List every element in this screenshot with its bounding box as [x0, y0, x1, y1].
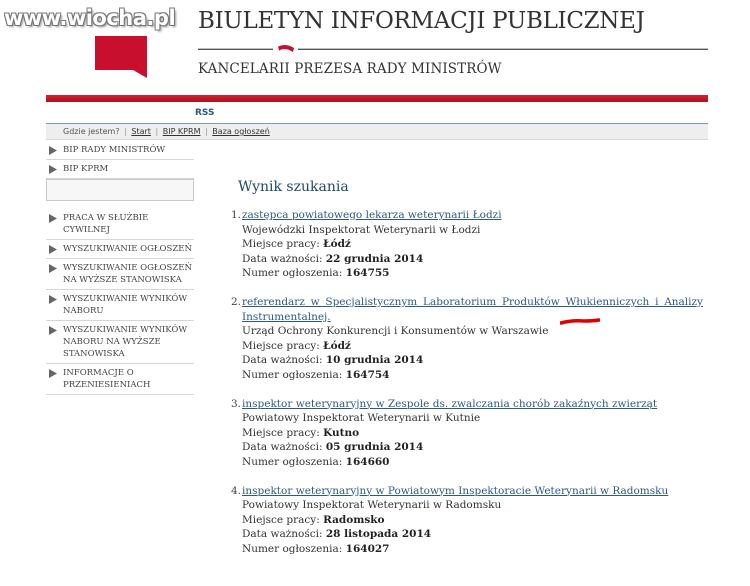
number-label: Numer ogłoszenia:: [242, 455, 343, 468]
watermark-text: www.wiocha.pl: [4, 6, 176, 30]
breadcrumb-separator: |: [124, 127, 127, 136]
number-value: 164755: [345, 267, 390, 280]
sidebar-item-label: BIP KPRM: [63, 164, 109, 174]
arrow-right-icon: [49, 295, 57, 304]
number-label: Numer ogłoszenia:: [242, 267, 343, 280]
result-number: 1.: [230, 209, 241, 221]
arrow-right-icon: [49, 165, 57, 174]
number-label: Numer ogłoszenia:: [242, 542, 343, 555]
result-date-row: Data ważności: 05 grudnia 2014: [242, 440, 703, 455]
sidebar-item-label: WYSZUKIWANIE WYNIKÓW NABORU: [63, 294, 188, 316]
result-item: 1. zastępca powiatowego lekarza weteryna…: [228, 208, 703, 281]
sidebar-search-box[interactable]: [46, 179, 194, 201]
arrow-right-icon: [49, 264, 57, 273]
place-label: Miejsce pracy:: [242, 513, 320, 526]
header-red-bar: [46, 95, 708, 102]
place-label: Miejsce pracy:: [242, 339, 320, 352]
result-place-row: Miejsce pracy: Łódź: [242, 339, 703, 354]
number-value: 164754: [345, 368, 390, 381]
number-label: Numer ogłoszenia:: [242, 368, 343, 381]
arrow-right-icon: [49, 369, 57, 378]
site-title: BIULETYN INFORMACJI PUBLICZNEJ: [198, 8, 645, 34]
sidebar-item-bip-kprm[interactable]: BIP KPRM: [46, 160, 194, 179]
site-subtitle: KANCELARII PREZESA RADY MINISTRÓW: [198, 61, 502, 77]
date-label: Data ważności:: [242, 441, 323, 454]
date-label: Data ważności:: [242, 252, 323, 265]
sidebar-item-informacje-o-przeniesieniach[interactable]: INFORMACJE O PRZENIESIENIACH: [46, 364, 194, 395]
bip-logo: [95, 36, 147, 78]
breadcrumb-bip-kprm[interactable]: BIP KPRM: [163, 127, 201, 136]
sidebar-item-label: WYSZUKIWANIE OGŁOSZEŃ: [63, 244, 192, 254]
sidebar-item-label: INFORMACJE O PRZENIESIENIACH: [63, 368, 151, 390]
place-label: Miejsce pracy:: [242, 426, 320, 439]
sidebar-item-wyszukiwanie-ogloszen[interactable]: WYSZUKIWANIE OGŁOSZEŃ: [46, 240, 194, 259]
result-organization: Powiatowy Inspektorat Weterynarii w Rado…: [242, 499, 502, 512]
results-list: 1. zastępca powiatowego lekarza weteryna…: [228, 208, 703, 556]
sidebar-item-wyszukiwanie-wynikow-naboru[interactable]: WYSZUKIWANIE WYNIKÓW NABORU: [46, 290, 194, 321]
sidebar-item-bip-rady-ministrow[interactable]: BIP RADY MINISTRÓW: [46, 141, 194, 160]
place-label: Miejsce pracy:: [242, 238, 320, 251]
result-title-link[interactable]: referendarz w Specjalistycznym Laborator…: [242, 295, 703, 324]
red-highlight-mark: [560, 318, 600, 325]
result-number: 3.: [230, 397, 241, 410]
number-value: 164027: [345, 542, 390, 555]
breadcrumb-separator: |: [205, 127, 208, 136]
date-value: 22 grudnia 2014: [325, 252, 424, 265]
place-value: Radomsko: [323, 513, 385, 526]
date-label: Data ważności:: [242, 354, 323, 367]
result-number-row: Numer ogłoszenia: 164754: [242, 368, 703, 383]
place-value: Kutno: [323, 426, 360, 439]
number-value: 164660: [345, 455, 390, 468]
result-item: 3. inspektor weterynaryjny w Zespole ds.…: [228, 397, 703, 470]
breadcrumb: Gdzie jestem? | Start | BIP KPRM | Baza …: [46, 124, 708, 140]
title-divider: [198, 44, 708, 52]
date-value: 05 grudnia 2014: [325, 441, 424, 454]
result-item: 4. inspektor weterynaryjny w Powiatowym …: [228, 484, 703, 557]
sidebar: BIP RADY MINISTRÓW BIP KPRM PRACA W SŁUŻ…: [46, 141, 194, 395]
result-number-row: Numer ogłoszenia: 164027: [242, 542, 703, 557]
result-title-link[interactable]: inspektor weterynaryjny w Zespole ds. zw…: [242, 397, 703, 412]
arrow-right-icon: [49, 245, 57, 254]
result-title-link[interactable]: inspektor weterynaryjny w Powiatowym Ins…: [242, 484, 703, 499]
place-value: Łódź: [323, 339, 351, 352]
breadcrumb-start[interactable]: Start: [131, 127, 151, 136]
place-value: Łódź: [323, 238, 351, 251]
result-organization: Urząd Ochrony Konkurencji i Konsumentów …: [242, 325, 549, 338]
sidebar-item-label: BIP RADY MINISTRÓW: [63, 145, 166, 155]
result-number: 2.: [230, 295, 241, 308]
result-item: 2. referendarz w Specjalistycznym Labora…: [228, 295, 703, 383]
result-organization: Powiatowy Inspektorat Weterynarii w Kutn…: [242, 412, 481, 425]
result-title-link[interactable]: zastępca powiatowego lekarza weterynarii…: [242, 208, 703, 223]
result-date-row: Data ważności: 22 grudnia 2014: [242, 252, 703, 267]
sidebar-item-wyszukiwanie-wynikow-naboru-wyzsze[interactable]: WYSZUKIWANIE WYNIKÓW NABORU NA WYŻSZE ST…: [46, 321, 194, 364]
arrow-right-icon: [49, 146, 57, 155]
arrow-right-icon: [49, 214, 57, 223]
rss-link[interactable]: RSS: [195, 108, 215, 118]
breadcrumb-prefix: Gdzie jestem?: [63, 127, 120, 136]
result-organization: Wojewódzki Inspektorat Weterynarii w Łod…: [242, 223, 481, 236]
sidebar-item-praca-w-sluzbie-cywilnej[interactable]: PRACA W SŁUŻBIE CYWILNEJ: [46, 209, 194, 240]
arrow-right-icon: [49, 326, 57, 335]
result-place-row: Miejsce pracy: Radomsko: [242, 513, 703, 528]
sidebar-item-wyszukiwanie-ogloszen-wyzsze[interactable]: WYSZUKIWANIE OGŁOSZEŃ NA WYŻSZE STANOWIS…: [46, 259, 194, 290]
sidebar-item-label: WYSZUKIWANIE OGŁOSZEŃ NA WYŻSZE STANOWIS…: [63, 263, 192, 285]
result-place-row: Miejsce pracy: Łódź: [242, 237, 703, 252]
sidebar-item-label: PRACA W SŁUŻBIE CYWILNEJ: [63, 213, 149, 235]
breadcrumb-separator: |: [155, 127, 159, 136]
result-place-row: Miejsce pracy: Kutno: [242, 426, 703, 441]
result-number-row: Numer ogłoszenia: 164755: [242, 266, 703, 281]
date-value: 28 listopada 2014: [325, 528, 432, 541]
date-value: 10 grudnia 2014: [325, 354, 424, 367]
breadcrumb-baza-ogloszen[interactable]: Baza ogłoszeń: [212, 127, 270, 136]
top-nav: RSS: [46, 102, 708, 124]
result-number: 4.: [230, 484, 241, 497]
result-date-row: Data ważności: 28 listopada 2014: [242, 527, 703, 542]
result-number-row: Numer ogłoszenia: 164660: [242, 455, 703, 470]
results-title: Wynik szukania: [238, 179, 349, 195]
date-label: Data ważności:: [242, 528, 323, 541]
result-date-row: Data ważności: 10 grudnia 2014: [242, 353, 703, 368]
sidebar-item-label: WYSZUKIWANIE WYNIKÓW NABORU NA WYŻSZE ST…: [63, 325, 188, 359]
